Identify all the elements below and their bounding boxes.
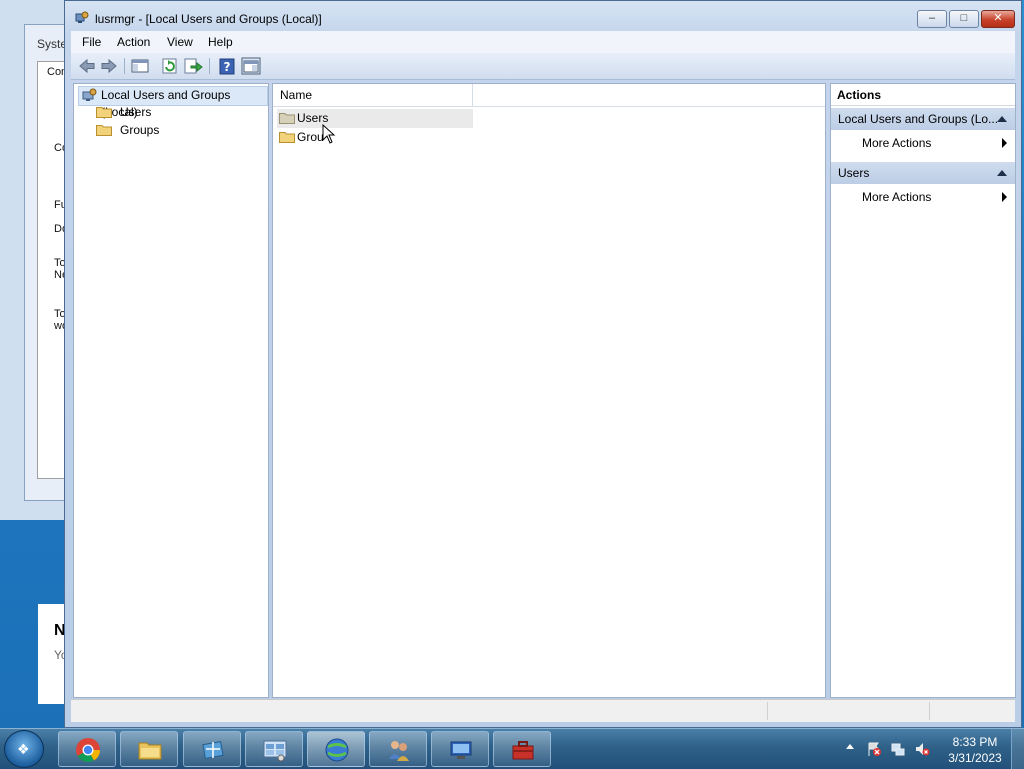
menu-view[interactable]: View <box>167 35 193 49</box>
show-hide-action-pane-icon[interactable] <box>241 57 261 75</box>
taskbar-remote-desktop[interactable] <box>431 731 489 767</box>
refresh-icon[interactable] <box>160 57 180 75</box>
taskbar-users[interactable] <box>369 731 427 767</box>
taskbar-control-panel[interactable] <box>245 731 303 767</box>
tree-item-groups[interactable]: Groups <box>96 121 159 139</box>
status-section <box>769 702 930 720</box>
column-header-name[interactable]: Name <box>273 84 473 106</box>
mouse-cursor-icon <box>322 124 336 144</box>
actions-section-header[interactable]: Users <box>831 162 1015 184</box>
volume-muted-icon[interactable] <box>914 741 930 757</box>
windows-logo-icon: ❖ <box>17 741 30 757</box>
lusrmgr-window: lusrmgr - [Local Users and Groups (Local… <box>64 0 1022 728</box>
menu-help[interactable]: Help <box>208 35 233 49</box>
system-tray: 8:33 PM 3/31/2023 <box>840 729 1024 769</box>
toolbar-separator <box>124 58 125 74</box>
action-center-flag-icon[interactable] <box>866 741 882 757</box>
more-actions-item[interactable]: More Actions <box>831 186 1015 208</box>
folder-icon <box>96 125 112 136</box>
taskbar-chrome[interactable] <box>58 731 116 767</box>
list-row-groups[interactable]: Grou <box>277 128 473 147</box>
actions-title: Actions <box>831 84 1015 106</box>
network-status-icon[interactable] <box>890 741 906 757</box>
list-row-label: Grou <box>297 130 324 144</box>
submenu-arrow-icon <box>1002 192 1007 202</box>
menu-file[interactable]: File <box>82 35 101 49</box>
toolbox-icon <box>512 741 534 760</box>
more-actions-item[interactable]: More Actions <box>831 132 1015 154</box>
window-title: lusrmgr - [Local Users and Groups (Local… <box>95 12 322 26</box>
collapse-up-icon[interactable] <box>997 116 1007 122</box>
back-arrow-icon[interactable] <box>77 57 97 75</box>
console-tree-pane: Local Users and Groups (Local) Users Gro… <box>73 83 269 698</box>
status-bar <box>71 699 1015 722</box>
tree-item-label: Groups <box>120 123 160 137</box>
toolbar: ? <box>71 53 1015 80</box>
start-button[interactable]: ❖ <box>4 730 44 768</box>
file-explorer-icon <box>138 742 162 760</box>
svg-text:?: ? <box>224 60 231 74</box>
list-row-label: Users <box>297 111 329 125</box>
column-header-row: Name <box>273 84 825 107</box>
local-users-groups-icon <box>82 88 97 101</box>
taskbar: ❖ 8:33 PM 3/31/2023 <box>0 728 1024 769</box>
app-icon <box>75 11 89 23</box>
menu-bar: File Action View Help <box>71 31 1015 53</box>
title-bar[interactable]: lusrmgr - [Local Users and Groups (Local… <box>65 1 1021 35</box>
actions-section-header[interactable]: Local Users and Groups (Lo... <box>831 108 1015 130</box>
show-hide-console-tree-icon[interactable] <box>130 57 150 75</box>
more-actions-label: More Actions <box>862 136 932 150</box>
clock[interactable]: 8:33 PM 3/31/2023 <box>940 734 1010 766</box>
help-icon[interactable]: ? <box>217 57 237 75</box>
export-list-icon[interactable] <box>183 57 203 75</box>
clock-time: 8:33 PM <box>952 735 998 749</box>
users-icon <box>389 741 409 761</box>
show-desktop-button[interactable] <box>1011 729 1024 769</box>
network-icon <box>202 740 224 760</box>
taskbar-file-explorer[interactable] <box>120 731 178 767</box>
tree-item-users[interactable]: Users <box>96 103 151 121</box>
more-actions-label: More Actions <box>862 190 932 204</box>
control-panel-icon <box>263 740 287 762</box>
taskbar-internet-download-manager[interactable] <box>307 731 365 767</box>
clock-date: 3/31/2023 <box>948 751 1002 765</box>
folder-icon <box>96 107 112 118</box>
submenu-arrow-icon <box>1002 138 1007 148</box>
folder-icon <box>279 132 295 143</box>
collapse-up-icon[interactable] <box>997 170 1007 176</box>
folder-icon <box>279 113 295 124</box>
list-row-users[interactable]: Users <box>277 109 473 128</box>
close-button[interactable]: ✕ <box>981 10 1015 28</box>
forward-arrow-icon[interactable] <box>99 57 119 75</box>
menu-action[interactable]: Action <box>117 35 150 49</box>
internet-download-manager-icon <box>325 738 349 762</box>
maximize-button[interactable]: □ <box>949 10 979 28</box>
toolbar-separator <box>209 58 210 74</box>
show-hidden-icons-icon[interactable] <box>846 744 854 749</box>
results-list-pane: Name Users Grou <box>272 83 826 698</box>
chrome-icon <box>76 738 100 763</box>
taskbar-network[interactable] <box>183 731 241 767</box>
minimize-button[interactable]: – <box>917 10 947 28</box>
actions-section-label: Local Users and Groups (Lo... <box>838 112 999 126</box>
actions-pane: Actions Local Users and Groups (Lo... Mo… <box>830 83 1016 698</box>
actions-section-label: Users <box>838 166 870 180</box>
status-section <box>71 702 768 720</box>
remote-desktop-icon <box>450 741 472 759</box>
tree-item-label: Users <box>120 105 152 119</box>
system-window-title: Syste <box>37 37 68 51</box>
taskbar-toolbox[interactable] <box>493 731 551 767</box>
